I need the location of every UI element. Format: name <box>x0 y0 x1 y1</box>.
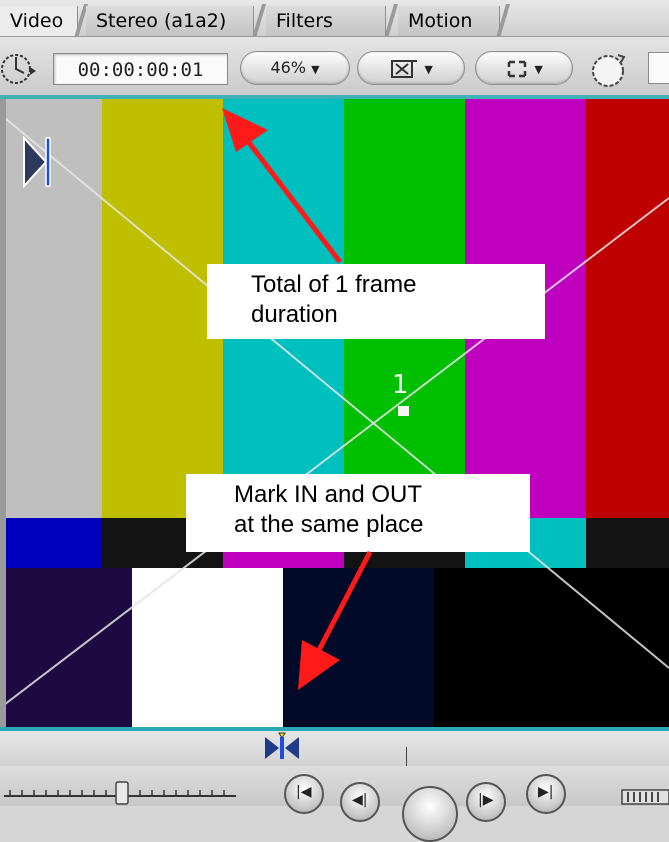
tab-bar: Video Stereo (a1a2) Filters Motion <box>0 0 669 38</box>
canvas-top-border <box>0 95 669 99</box>
go-to-out-button[interactable]: ▶| <box>526 774 566 814</box>
callout-mark-line1: Mark IN and OUT <box>234 481 423 508</box>
video-canvas[interactable] <box>6 98 669 728</box>
tab-label: Stereo (a1a2) <box>96 10 227 32</box>
in-point-marker-icon <box>23 136 51 188</box>
callout-duration: Total of 1 frame duration <box>207 264 545 339</box>
chevron-down-icon: ▼ <box>534 63 543 76</box>
play-button[interactable] <box>402 786 458 842</box>
callout-duration-line1: Total of 1 frame <box>251 271 417 298</box>
viewer-toolbar: 00:00:00:01 46% ▼ ▼ ▼ <box>0 37 669 95</box>
slider-thumb <box>115 781 129 805</box>
step-forward-button[interactable]: |▶ <box>466 782 506 822</box>
timecode-field[interactable]: 00:00:00:01 <box>53 53 228 85</box>
frame-number: 1 <box>392 370 409 400</box>
tab-motion[interactable]: Motion <box>398 6 500 36</box>
chevron-down-icon: ▼ <box>424 63 433 76</box>
view-options-field[interactable] <box>648 52 669 84</box>
dial-icon[interactable] <box>588 49 630 89</box>
go-to-in-button[interactable]: |◀ <box>284 774 324 814</box>
zoom-value: 46% <box>270 58 306 77</box>
scrubber-bar[interactable] <box>0 731 669 766</box>
stopwatch-icon <box>1 54 36 84</box>
chevron-down-icon: ▼ <box>311 63 320 76</box>
step-forward-icon: ▶| <box>538 784 554 800</box>
jog-shuttle-slider[interactable] <box>0 778 240 806</box>
tab-label: Filters <box>276 10 333 32</box>
step-back-icon: |◀ <box>296 784 312 800</box>
display-mode-popup[interactable]: ▼ <box>475 51 573 85</box>
tab-divider <box>384 4 398 38</box>
transport-controls: |◀ ◀| |▶ ▶| <box>0 766 669 842</box>
callout-duration-line2: duration <box>251 301 338 328</box>
callout-mark-line2: at the same place <box>234 511 424 538</box>
scrubber-tick <box>406 747 407 766</box>
display-mode-icon <box>507 60 527 77</box>
view-popup[interactable]: ▼ <box>357 51 465 85</box>
overlay-icon <box>391 59 418 78</box>
tab-label: Motion <box>408 10 473 32</box>
in-out-marker-icon[interactable] <box>262 731 302 761</box>
center-cross-overlay <box>6 117 669 705</box>
tab-divider <box>496 4 510 38</box>
step-back-button[interactable]: ◀| <box>340 782 380 822</box>
callout-mark-in-out: Mark IN and OUT at the same place <box>186 474 530 552</box>
tab-label: Video <box>10 10 64 32</box>
shuttle-icon[interactable] <box>620 786 669 806</box>
tab-video[interactable]: Video <box>0 6 78 36</box>
tab-filters[interactable]: Filters <box>266 6 386 36</box>
zoom-popup[interactable]: 46% ▼ <box>240 51 350 85</box>
tab-divider <box>252 4 266 38</box>
tab-stereo[interactable]: Stereo (a1a2) <box>86 6 254 36</box>
